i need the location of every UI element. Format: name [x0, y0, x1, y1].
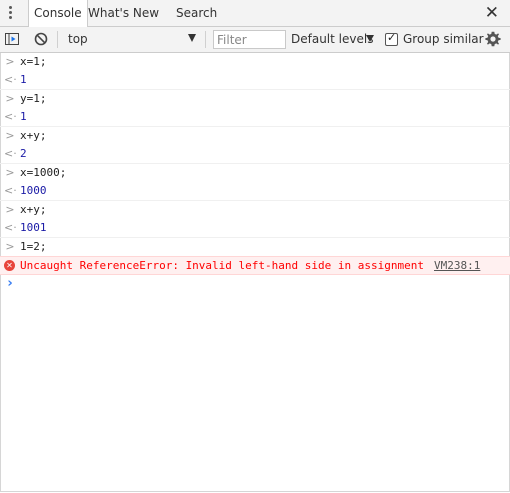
console-input-text: y=1; — [20, 92, 47, 105]
tab-search[interactable]: Search — [176, 0, 217, 26]
console-input-row: > x+y; — [0, 127, 510, 145]
tab-console[interactable]: Console — [28, 0, 88, 27]
input-chevron-icon: > — [5, 203, 15, 216]
console-input-text: x=1; — [20, 55, 47, 68]
output-return-arrow-icon: <· — [4, 184, 17, 197]
context-dropdown-arrow-icon[interactable] — [188, 34, 196, 42]
output-return-arrow-icon: <· — [4, 73, 17, 86]
console-output-row: <· 2 — [0, 145, 510, 164]
console-input-row: > x+y; — [0, 201, 510, 219]
more-tools-menu-icon[interactable] — [9, 6, 13, 20]
input-chevron-icon: > — [5, 55, 15, 68]
toolbar-divider — [205, 31, 206, 48]
log-levels-dropdown[interactable]: Default levels — [291, 27, 373, 52]
console-output-value: 1 — [20, 73, 27, 86]
devtools-tab-bar: Console What's New Search ✕ — [0, 0, 510, 27]
console-output-row: <· 1000 — [0, 182, 510, 201]
console-error-row: ✕ Uncaught ReferenceError: Invalid left-… — [0, 256, 510, 275]
console-input-text: x=1000; — [20, 166, 67, 179]
console-prompt-row[interactable]: › — [0, 275, 510, 293]
error-source-link[interactable]: VM238:1 — [434, 257, 480, 274]
close-drawer-icon[interactable]: ✕ — [485, 3, 499, 23]
console-output-value: 1001 — [20, 221, 47, 234]
tab-whats-new[interactable]: What's New — [88, 0, 159, 26]
console-output-row: <· 1 — [0, 108, 510, 127]
filter-input[interactable] — [213, 30, 286, 49]
console-input-text: x+y; — [20, 203, 47, 216]
input-chevron-icon: > — [5, 166, 15, 179]
input-chevron-icon: > — [5, 129, 15, 142]
error-message: Uncaught ReferenceError: Invalid left-ha… — [20, 259, 424, 272]
console-output-value: 1 — [20, 110, 27, 123]
context-selector[interactable]: top — [68, 27, 88, 52]
checkmark-icon: ✓ — [387, 31, 397, 44]
input-chevron-icon: > — [5, 240, 15, 253]
group-similar-checkbox[interactable]: ✓ — [385, 31, 398, 46]
console-input-row: > x=1; — [0, 53, 510, 71]
console-output-value: 1000 — [20, 184, 47, 197]
output-return-arrow-icon: <· — [4, 147, 17, 160]
console-output-value: 2 — [20, 147, 27, 160]
console-input-row: > y=1; — [0, 90, 510, 108]
console-input-row: > x=1000; — [0, 164, 510, 182]
show-sidebar-icon[interactable] — [5, 32, 19, 49]
toolbar-divider — [57, 31, 58, 48]
levels-dropdown-arrow-icon[interactable] — [366, 35, 374, 42]
clear-console-icon[interactable] — [34, 32, 48, 49]
console-toolbar: top Default levels ✓ Group similar — [0, 27, 510, 53]
console-messages: > x=1; <· 1 > y=1; <· 1 > x+y; <· 2 > x=… — [0, 53, 510, 293]
output-return-arrow-icon: <· — [4, 221, 17, 234]
prompt-chevron-icon: › — [7, 276, 13, 291]
error-icon: ✕ — [4, 260, 15, 271]
console-output-row: <· 1001 — [0, 219, 510, 238]
group-similar-label[interactable]: Group similar — [403, 27, 484, 52]
console-input-text: x+y; — [20, 129, 47, 142]
console-input-text: 1=2; — [20, 240, 47, 253]
console-output-row: <· 1 — [0, 71, 510, 90]
input-chevron-icon: > — [5, 92, 15, 105]
console-input-row: > 1=2; — [0, 238, 510, 256]
console-settings-gear-icon[interactable] — [485, 31, 501, 50]
output-return-arrow-icon: <· — [4, 110, 17, 123]
